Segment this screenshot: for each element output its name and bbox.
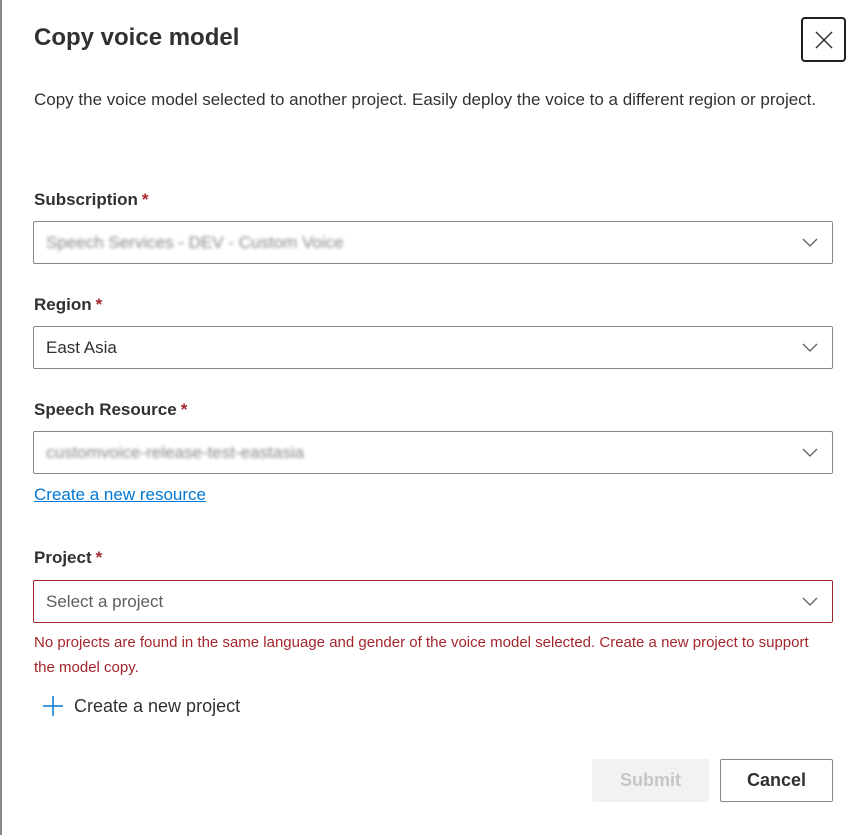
close-icon — [814, 30, 833, 49]
create-project-label: Create a new project — [74, 695, 241, 716]
dialog-description: Copy the voice model selected to another… — [34, 90, 817, 109]
background-panel-edge — [0, 0, 2, 835]
region-label: Region * — [34, 295, 103, 314]
speech-resource-label: Speech Resource * — [34, 400, 188, 419]
subscription-dropdown[interactable]: Speech Services - DEV - Custom Voice — [33, 221, 833, 264]
speech-resource-value: customvoice-release-test-eastasia — [46, 442, 304, 462]
plus-icon — [43, 696, 63, 716]
project-error-message: No projects are found in the same langua… — [34, 634, 809, 676]
chevron-down-icon — [802, 597, 818, 606]
submit-button[interactable]: Submit — [592, 759, 709, 802]
region-dropdown[interactable]: East Asia — [33, 326, 833, 369]
project-dropdown[interactable]: Select a project — [33, 580, 833, 623]
chevron-down-icon — [802, 238, 818, 247]
region-value: East Asia — [46, 337, 117, 357]
create-resource-link[interactable]: Create a new resource — [34, 485, 206, 505]
subscription-label: Subscription * — [34, 190, 149, 209]
subscription-value: Speech Services - DEV - Custom Voice — [46, 232, 344, 252]
chevron-down-icon — [802, 343, 818, 352]
cancel-button[interactable]: Cancel — [720, 759, 833, 802]
project-placeholder: Select a project — [46, 591, 164, 611]
create-project-button[interactable]: Create a new project — [42, 695, 240, 717]
close-button[interactable] — [801, 17, 846, 62]
chevron-down-icon — [802, 448, 818, 457]
dialog-title: Copy voice model — [34, 24, 240, 51]
speech-resource-dropdown[interactable]: customvoice-release-test-eastasia — [33, 431, 833, 474]
project-label: Project * — [34, 548, 103, 567]
